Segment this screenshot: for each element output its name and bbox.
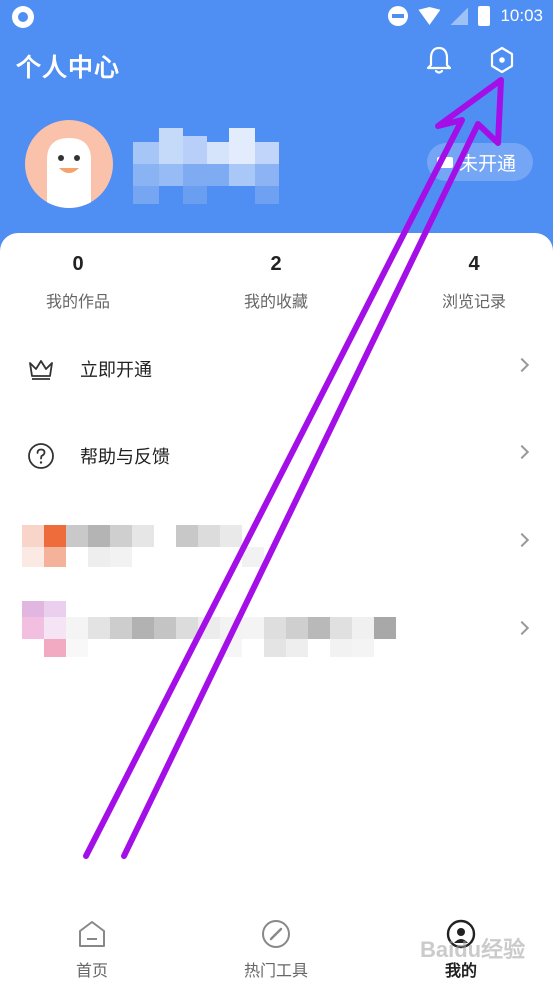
- menu-item-activate[interactable]: 立即开通: [0, 338, 553, 398]
- pixelated-menu-text-2: [22, 601, 402, 661]
- status-right: 10:03: [388, 5, 543, 27]
- stat-favorites-count: 2: [270, 253, 282, 275]
- tab-hot-tools-label: 热门工具: [243, 961, 308, 980]
- stat-works-label: 我的作品: [45, 292, 110, 311]
- stat-favorites-label: 我的收藏: [243, 292, 308, 311]
- menu-item-help-label: 帮助与反馈: [80, 447, 170, 468]
- stat-works[interactable]: 0 我的作品: [8, 253, 148, 312]
- home-icon: [79, 921, 105, 947]
- stat-history-label: 浏览记录: [441, 292, 506, 311]
- crown-icon: [29, 360, 53, 380]
- chevron-right-icon: [514, 444, 530, 460]
- menu-item-activate-label: 立即开通: [80, 360, 152, 381]
- stat-history-count: 4: [468, 253, 480, 275]
- page-title: 个人中心: [16, 53, 121, 82]
- watermark: Baidu经验: [420, 937, 526, 962]
- vip-status-label: 未开通: [459, 152, 517, 175]
- battery-icon: [478, 6, 491, 26]
- menu-item-pixelated-1[interactable]: [0, 513, 553, 573]
- compass-icon: [262, 920, 290, 948]
- hexagon-settings-icon[interactable]: [486, 44, 518, 76]
- tab-home-label: 首页: [75, 961, 108, 980]
- menu-item-help[interactable]: 帮助与反馈: [0, 425, 553, 485]
- signal-icon: [450, 7, 469, 25]
- chevron-right-icon: [514, 532, 530, 548]
- dnd-icon: [388, 6, 409, 26]
- status-time: 10:03: [500, 6, 543, 25]
- avatar-ghost-icon: [47, 138, 91, 208]
- app-icon: [12, 6, 34, 28]
- bell-icon[interactable]: [423, 44, 455, 76]
- stat-works-count: 0: [72, 253, 84, 275]
- tab-home[interactable]: 首页: [32, 919, 152, 981]
- card-icon: [437, 156, 453, 168]
- pixelated-menu-text-1: [22, 525, 272, 569]
- stat-favorites[interactable]: 2 我的收藏: [206, 253, 346, 312]
- chevron-right-icon: [514, 620, 530, 636]
- tab-hot-tools[interactable]: 热门工具: [216, 919, 336, 981]
- menu-item-pixelated-2[interactable]: [0, 601, 553, 661]
- chevron-right-icon: [514, 357, 530, 373]
- avatar[interactable]: [25, 120, 113, 208]
- stats-row: 0 我的作品 2 我的收藏 4 浏览记录: [0, 253, 553, 323]
- vip-status-badge[interactable]: 未开通: [427, 143, 533, 181]
- stat-history[interactable]: 4 浏览记录: [404, 253, 544, 312]
- status-bar: 10:03: [0, 0, 553, 32]
- question-circle-icon: [28, 443, 54, 469]
- content-card: 0 我的作品 2 我的收藏 4 浏览记录 立即开通 帮助与反馈: [0, 233, 553, 903]
- username-pixelated: [133, 128, 281, 204]
- wifi-icon: [418, 7, 441, 25]
